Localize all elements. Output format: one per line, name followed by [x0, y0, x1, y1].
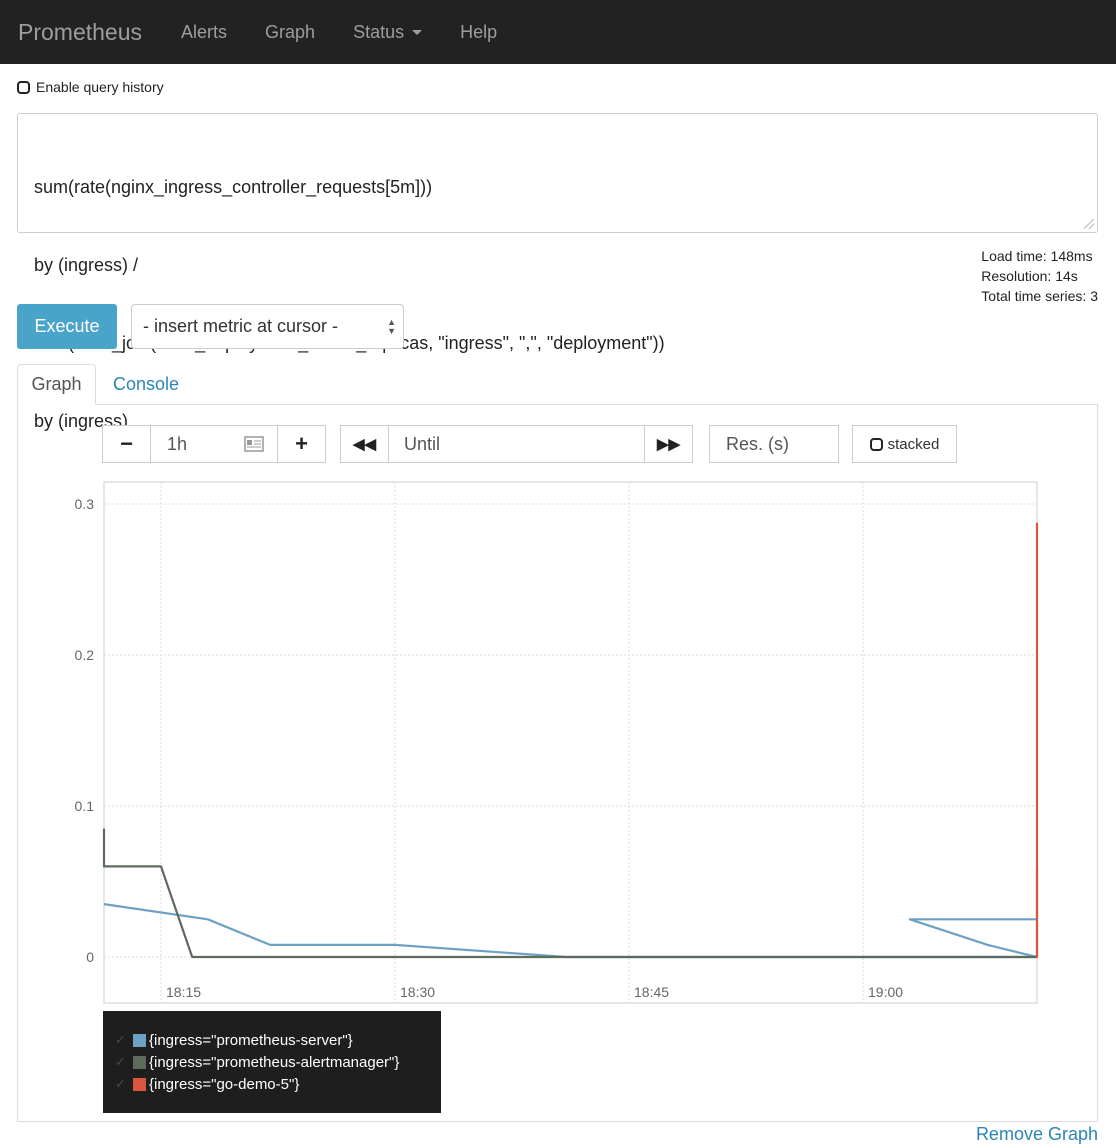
legend-item[interactable]: ✓ {ingress="go-demo-5"}	[103, 1073, 441, 1095]
legend-label: {ingress="go-demo-5"}	[149, 1075, 300, 1093]
calendar-icon[interactable]	[231, 436, 277, 452]
checkmark-icon: ✓	[115, 1032, 126, 1047]
checkmark-icon: ✓	[115, 1076, 126, 1091]
nav-status[interactable]: Status	[353, 21, 423, 43]
stacked-toggle[interactable]: stacked	[852, 425, 957, 463]
brand-link[interactable]: Prometheus	[18, 19, 142, 46]
resolution-placeholder: Res. (s)	[726, 433, 789, 454]
legend-item[interactable]: ✓ {ingress="prometheus-server"}	[103, 1029, 441, 1051]
resolution-input[interactable]: Res. (s)	[709, 425, 839, 463]
stacked-label: stacked	[887, 435, 940, 453]
tab-bar: Graph Console	[17, 364, 1098, 405]
stacked-checkbox[interactable]	[869, 437, 883, 451]
query-stats: Load time: 148ms Resolution: 14s Total t…	[981, 246, 1098, 306]
navbar: Prometheus Alerts Graph Status Help	[0, 0, 1116, 64]
plus-icon[interactable]: +	[277, 426, 325, 462]
forward-icon[interactable]: ▶▶	[644, 426, 692, 462]
total-series: Total time series: 3	[981, 288, 1098, 304]
query-history-label: Enable query history	[36, 79, 164, 95]
expression-line: sum(rate(nginx_ingress_controller_reques…	[34, 177, 433, 197]
legend-swatch	[133, 1077, 146, 1091]
load-time: Load time: 148ms	[981, 248, 1093, 264]
resize-handle[interactable]	[1084, 219, 1094, 229]
checkmark-icon: ✓	[115, 1054, 126, 1069]
nav-alerts[interactable]: Alerts	[181, 22, 227, 43]
until-input[interactable]: Until	[389, 434, 644, 455]
expression-input[interactable]: sum(rate(nginx_ingress_controller_reques…	[17, 113, 1098, 431]
select-arrows-icon: ▲ ▼	[387, 317, 396, 336]
nav-graph[interactable]: Graph	[265, 22, 315, 43]
until-control: ◀◀ Until ▶▶	[340, 425, 693, 463]
range-control: − 1h +	[102, 425, 326, 463]
chevron-down-icon	[412, 29, 423, 35]
graph-legend: ✓ {ingress="prometheus-server"} ✓ {ingre…	[103, 1011, 441, 1113]
legend-item[interactable]: ✓ {ingress="prometheus-alertmanager"}	[103, 1051, 441, 1073]
legend-swatch	[133, 1055, 146, 1069]
metric-select[interactable]: - insert metric at cursor - ▲ ▼	[131, 304, 404, 349]
range-input[interactable]: 1h	[151, 434, 231, 455]
minus-icon[interactable]: −	[103, 426, 151, 462]
legend-label: {ingress="prometheus-alertmanager"}	[149, 1053, 400, 1071]
legend-swatch	[133, 1033, 146, 1047]
nav-help[interactable]: Help	[460, 22, 497, 43]
backward-icon[interactable]: ◀◀	[341, 426, 389, 462]
nav-status-label: Status	[353, 21, 405, 42]
query-history-toggle[interactable]: Enable query history	[17, 79, 164, 95]
tab-console[interactable]: Console	[113, 364, 179, 405]
metric-select-value: - insert metric at cursor -	[143, 316, 339, 336]
legend-label: {ingress="prometheus-server"}	[149, 1031, 353, 1049]
query-history-checkbox[interactable]	[17, 80, 30, 94]
resolution: Resolution: 14s	[981, 268, 1078, 284]
tab-graph[interactable]: Graph	[17, 364, 96, 405]
expression-line: by (ingress) /	[34, 255, 139, 275]
execute-button[interactable]: Execute	[17, 304, 117, 349]
remove-graph-link[interactable]: Remove Graph	[976, 1124, 1098, 1145]
